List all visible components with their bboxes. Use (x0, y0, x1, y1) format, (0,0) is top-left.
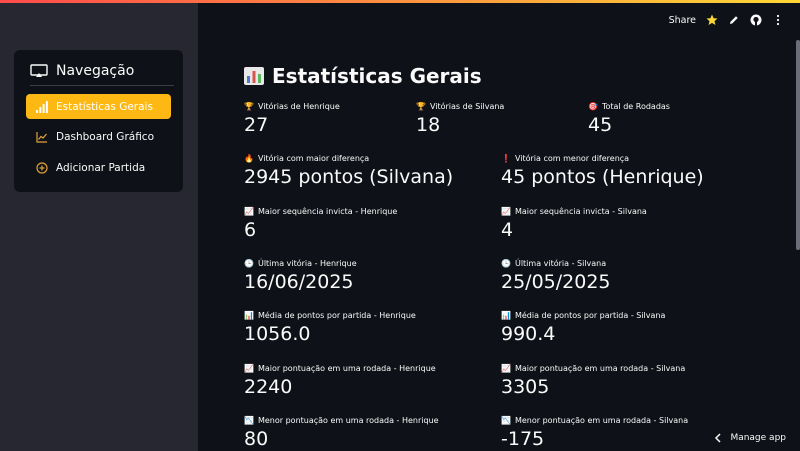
sidebar-item-label: Adicionar Partida (56, 161, 146, 174)
metric-menor-pontuacao-silvana: 📉 Menor pontuação em uma rodada - Silvana… (501, 416, 688, 450)
manage-app-button[interactable]: Manage app (714, 433, 786, 443)
metric-value: 45 (588, 114, 613, 136)
metric-label: Menor pontuação em uma rodada - Henrique (257, 416, 439, 425)
scrollbar[interactable] (796, 40, 800, 250)
metric-value: 2240 (244, 376, 293, 398)
fire-icon: 🔥 (244, 154, 254, 163)
metric-vitorias-henrique: 🏆 Vitórias de Henrique 27 (244, 102, 340, 136)
star-icon[interactable] (706, 14, 718, 26)
sidebar-item-label: Estatísticas Gerais (56, 100, 153, 113)
page-title: Estatísticas Gerais (244, 64, 482, 88)
trending-up-icon: 📈 (501, 207, 511, 216)
metric-label: Maior sequência invicta - Henrique (257, 207, 398, 216)
trending-up-icon: 📈 (244, 207, 254, 216)
metric-label: Vitória com maior diferença (257, 154, 370, 163)
metric-label: Vitória com menor diferença (514, 154, 630, 163)
signal-bars-icon (36, 100, 48, 113)
sidebar-item-estatisticas-gerais[interactable]: Estatísticas Gerais (26, 94, 171, 119)
add-circle-icon (36, 161, 48, 174)
metric-label: Vitórias de Silvana (429, 102, 505, 111)
metric-value: 990.4 (501, 323, 556, 345)
metric-value: 27 (244, 114, 269, 136)
metric-value: 6 (244, 219, 257, 241)
manage-app-label: Manage app (730, 433, 786, 443)
metric-value: 45 pontos (Henrique) (501, 166, 704, 188)
metric-maior-pontuacao-silvana: 📈 Maior pontuação em uma rodada - Silvana… (501, 364, 685, 398)
trending-up-icon: 📈 (244, 364, 254, 373)
metric-menor-diferenca: ❗ Vitória com menor diferença 45 pontos (… (501, 154, 704, 188)
sidebar-item-label: Dashboard Gráfico (56, 130, 155, 143)
trending-down-icon: 📉 (501, 416, 511, 425)
trending-down-icon: 📉 (244, 416, 254, 425)
metric-label: Maior sequência invicta - Silvana (514, 207, 647, 216)
target-icon: 🎯 (588, 102, 598, 111)
navigation-menu: Navegação Estatísticas Gerais Dashboard … (14, 50, 183, 192)
metric-label: Média de pontos por partida - Silvana (514, 311, 666, 320)
metric-label: Média de pontos por partida - Henrique (257, 311, 416, 320)
metric-label: Vitórias de Henrique (257, 102, 340, 111)
sidebar: Navegação Estatísticas Gerais Dashboard … (0, 3, 198, 451)
metric-maior-diferenca: 🔥 Vitória com maior diferença 2945 pontos… (244, 154, 453, 188)
metric-value: 4 (501, 219, 514, 241)
metric-vitorias-silvana: 🏆 Vitórias de Silvana 18 (416, 102, 504, 136)
cast-icon (30, 63, 48, 77)
bar-chart-icon: 📊 (244, 311, 254, 320)
metric-label: Total de Rodadas (601, 102, 670, 111)
metric-value: 2945 pontos (Silvana) (244, 166, 454, 188)
chevron-left-icon (715, 433, 721, 443)
exclamation-icon: ❗ (501, 154, 511, 163)
metric-value: 80 (244, 428, 269, 450)
nav-header: Navegação (30, 60, 174, 86)
trophy-icon: 🏆 (244, 102, 254, 111)
metric-sequencia-henrique: 📈 Maior sequência invicta - Henrique 6 (244, 207, 397, 241)
sidebar-item-dashboard-grafico[interactable]: Dashboard Gráfico (26, 124, 171, 149)
trophy-icon: 🏆 (416, 102, 426, 111)
bar-chart-icon: 📊 (501, 311, 511, 320)
clock-icon: 🕒 (501, 259, 511, 268)
metric-value: 1056.0 (244, 323, 311, 345)
metric-value: 18 (416, 114, 441, 136)
metric-ultima-vitoria-henrique: 🕒 Última vitória - Henrique 16/06/2025 (244, 259, 357, 293)
clock-icon: 🕒 (244, 259, 254, 268)
metric-value: 3305 (501, 376, 550, 398)
nav-title: Navegação (56, 62, 135, 79)
line-chart-icon (36, 131, 47, 143)
trending-up-icon: 📈 (501, 364, 511, 373)
metric-label: Última vitória - Silvana (514, 259, 607, 268)
metric-label: Menor pontuação em uma rodada - Silvana (514, 416, 689, 425)
edit-icon[interactable] (728, 14, 740, 26)
toolbar: Share (669, 14, 784, 26)
page-title-text: Estatísticas Gerais (272, 64, 482, 88)
metric-value: 25/05/2025 (501, 271, 611, 293)
metric-sequencia-silvana: 📈 Maior sequência invicta - Silvana 4 (501, 207, 647, 241)
metric-menor-pontuacao-henrique: 📉 Menor pontuação em uma rodada - Henriqu… (244, 416, 439, 450)
metric-total-rodadas: 🎯 Total de Rodadas 45 (588, 102, 670, 136)
metric-label: Última vitória - Henrique (257, 259, 357, 268)
more-menu-icon[interactable] (772, 14, 784, 26)
sidebar-item-adicionar-partida[interactable]: Adicionar Partida (26, 155, 171, 180)
metric-media-silvana: 📊 Média de pontos por partida - Silvana 9… (501, 311, 665, 345)
github-icon[interactable] (750, 14, 762, 26)
metric-value: 16/06/2025 (244, 271, 354, 293)
metric-media-henrique: 📊 Média de pontos por partida - Henrique … (244, 311, 416, 345)
bar-chart-icon (244, 67, 264, 85)
share-button[interactable]: Share (669, 15, 696, 26)
metric-value: -175 (501, 428, 545, 450)
metric-label: Maior pontuação em uma rodada - Henrique (257, 364, 436, 373)
metric-ultima-vitoria-silvana: 🕒 Última vitória - Silvana 25/05/2025 (501, 259, 611, 293)
metric-maior-pontuacao-henrique: 📈 Maior pontuação em uma rodada - Henriqu… (244, 364, 436, 398)
metric-label: Maior pontuação em uma rodada - Silvana (514, 364, 686, 373)
